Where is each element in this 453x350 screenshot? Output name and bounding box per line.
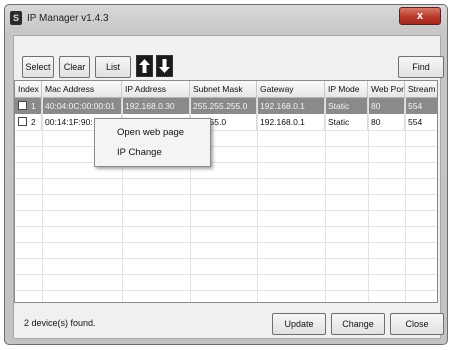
grid-line	[15, 210, 437, 211]
row-subnet: 255.255.255.0	[190, 98, 257, 114]
device-table[interactable]: Index Mac Address IP Address Subnet Mask…	[14, 80, 438, 303]
grid-line	[15, 194, 437, 195]
grid-line	[405, 97, 406, 302]
window-title: IP Manager v1.4.3	[27, 13, 109, 24]
status-text: 2 device(s) found.	[24, 318, 96, 328]
app-icon: S	[10, 11, 22, 25]
menu-item-open-web-page[interactable]: Open web page	[117, 125, 184, 141]
row-mac: 40:04:0C:00:00:01	[42, 98, 122, 114]
grid-line	[15, 290, 437, 291]
grid-line	[15, 242, 437, 243]
row-stream-port: 554	[408, 101, 423, 111]
update-button[interactable]: Update	[272, 313, 326, 335]
col-ip[interactable]: IP Address	[122, 81, 190, 97]
row-gateway: 192.168.0.1	[257, 98, 325, 114]
col-stream-port[interactable]: Stream Port	[405, 81, 437, 97]
col-mac[interactable]: Mac Address	[42, 81, 122, 97]
row-checkbox[interactable]	[18, 117, 27, 126]
change-button[interactable]: Change	[331, 313, 385, 335]
col-gateway[interactable]: Gateway	[257, 81, 325, 97]
title-bar[interactable]: S IP Manager v1.4.3 x	[5, 5, 447, 31]
grid-line	[15, 258, 437, 259]
menu-item-ip-change[interactable]: IP Change	[117, 145, 162, 161]
row-ip: 192.168.0.30	[122, 98, 190, 114]
row-gateway: 192.168.0.1	[257, 114, 325, 130]
list-clear-button[interactable]: List Clear	[95, 56, 131, 92]
row-ip-mode: Static	[325, 114, 368, 130]
grid-line	[15, 146, 437, 147]
col-ip-mode[interactable]: IP Mode	[325, 81, 368, 97]
close-button[interactable]: Close	[390, 313, 444, 335]
col-subnet[interactable]: Subnet Mask	[190, 81, 257, 97]
grid-line	[15, 226, 437, 227]
context-menu: Open web page IP Change	[94, 118, 211, 167]
table-header: Index Mac Address IP Address Subnet Mask…	[15, 81, 437, 98]
row-index: 1	[31, 101, 36, 111]
row-web-port: 80	[368, 114, 405, 130]
grid-line	[257, 97, 258, 302]
arrow-down-icon	[159, 59, 170, 73]
select-all-button[interactable]: Select All	[22, 56, 54, 92]
find-button[interactable]: Find	[398, 56, 444, 78]
move-down-button[interactable]	[156, 55, 173, 77]
table-row[interactable]: 2 00:14:1F:90: 55.255.0 192.168.0.1 Stat…	[15, 114, 437, 130]
grid-line	[15, 130, 437, 131]
row-index: 2	[31, 117, 36, 127]
row-stream-port: 554	[408, 117, 423, 127]
arrow-up-icon	[139, 59, 150, 73]
move-up-button[interactable]	[136, 55, 153, 77]
grid-line	[15, 162, 437, 163]
col-web-port[interactable]: Web Port	[368, 81, 405, 97]
row-web-port: 80	[368, 98, 405, 114]
window-close-button[interactable]: x	[399, 7, 441, 25]
row-ip-mode: Static	[325, 98, 368, 114]
grid-line	[42, 97, 43, 302]
table-row[interactable]: 1 40:04:0C:00:00:01 192.168.0.30 255.255…	[15, 98, 437, 114]
grid-line	[15, 274, 437, 275]
grid-line	[325, 97, 326, 302]
grid-line	[368, 97, 369, 302]
clear-all-button[interactable]: Clear All	[59, 56, 90, 92]
col-index[interactable]: Index	[15, 81, 42, 97]
row-checkbox[interactable]	[18, 101, 27, 110]
grid-line	[15, 178, 437, 179]
